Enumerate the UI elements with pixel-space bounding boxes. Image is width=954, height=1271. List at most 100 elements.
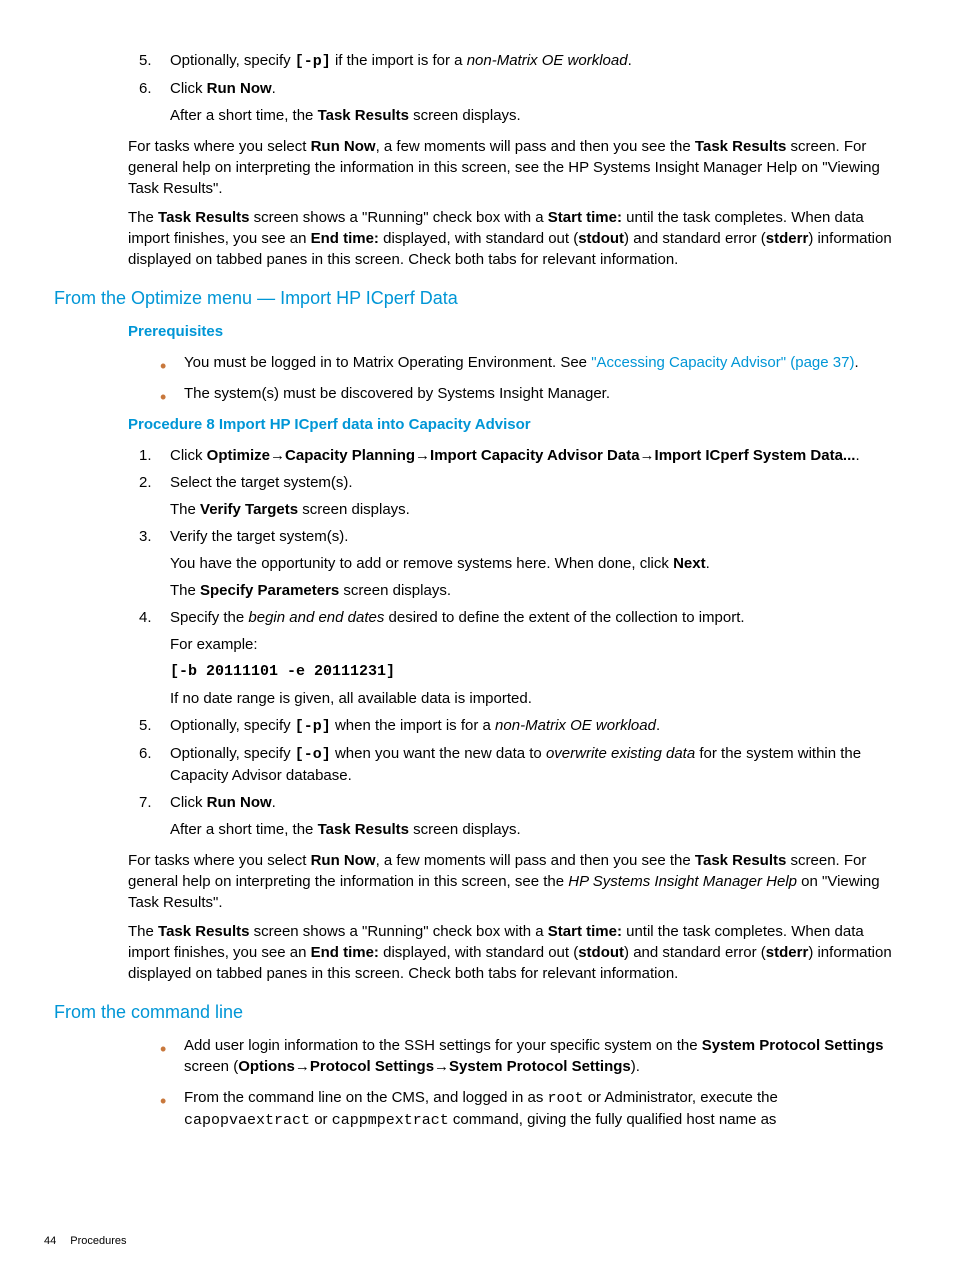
sub-line: After a short time, the Task Results scr… (170, 105, 892, 126)
text: For tasks where you select (128, 138, 311, 155)
bold-text: System Protocol Settings (702, 1037, 884, 1054)
sub-line: For example: (170, 634, 892, 655)
list-item: You must be logged in to Matrix Operatin… (160, 352, 892, 373)
text: screen displays. (409, 107, 521, 124)
bold-text: Task Results (695, 138, 786, 155)
list-item: Click Run Now. After a short time, the T… (164, 78, 892, 126)
bold-text: Run Now (207, 80, 272, 97)
code-block: [-b 20111101 -e 20111231] (170, 661, 892, 682)
paragraph: For tasks where you select Run Now, a fe… (128, 136, 892, 199)
code-text: root (548, 1090, 584, 1107)
list-item: The system(s) must be discovered by Syst… (160, 383, 892, 404)
text: The (128, 923, 158, 940)
text: screen displays. (339, 582, 451, 599)
paragraph: The Task Results screen shows a "Running… (128, 207, 892, 270)
arrow-icon: → (415, 447, 430, 464)
list-item: Click Run Now. After a short time, the T… (164, 792, 892, 840)
bold-text: Run Now (207, 794, 272, 811)
list-item: Optionally, specify [-p] when the import… (164, 715, 892, 737)
text: The (170, 501, 200, 518)
text: Select the target system(s). (170, 474, 353, 491)
list-item: Select the target system(s). The Verify … (164, 472, 892, 520)
arrow-icon: → (295, 1058, 310, 1075)
bold-text: Optimize (207, 447, 270, 464)
text: screen ( (184, 1058, 238, 1075)
sub-line: You have the opportunity to add or remov… (170, 553, 892, 574)
bold-text: Task Results (158, 923, 249, 940)
sub-line: If no date range is given, all available… (170, 688, 892, 709)
bold-text: Task Results (695, 852, 786, 869)
text: screen displays. (298, 501, 410, 518)
bold-text: Run Now (311, 138, 376, 155)
text: if the import is for a (331, 52, 467, 69)
section-heading-cmdline: From the command line (54, 1000, 892, 1025)
text: . (272, 794, 276, 811)
text: when the import is for a (331, 717, 495, 734)
text: From the command line on the CMS, and lo… (184, 1089, 548, 1106)
text: Optionally, specify (170, 717, 295, 734)
text: You must be logged in to Matrix Operatin… (184, 354, 591, 371)
text: ) and standard error ( (624, 944, 766, 961)
list-item: Verify the target system(s). You have th… (164, 526, 892, 601)
text: Specify the (170, 609, 248, 626)
bold-text: Capacity Planning (285, 447, 415, 464)
text: or Administrator, execute the (584, 1089, 778, 1106)
bold-text: stderr (766, 944, 809, 961)
italic-text: non-Matrix OE workload (467, 52, 628, 69)
text: . (706, 555, 710, 572)
bold-text: Verify Targets (200, 501, 298, 518)
text: screen shows a "Running" check box with … (249, 923, 547, 940)
bold-text: Next (673, 555, 706, 572)
sub-line: After a short time, the Task Results scr… (170, 819, 892, 840)
list-item: Specify the begin and end dates desired … (164, 607, 892, 709)
subsection-heading-procedure: Procedure 8 Import HP ICperf data into C… (128, 414, 892, 435)
page-footer: 44Procedures (44, 1234, 127, 1249)
bold-text: System Protocol Settings (449, 1058, 631, 1075)
text: After a short time, the (170, 107, 318, 124)
cross-ref-link[interactable]: "Accessing Capacity Advisor" (page 37) (591, 354, 854, 371)
bold-text: stderr (766, 230, 809, 247)
text: screen shows a "Running" check box with … (249, 209, 547, 226)
bold-text: Import Capacity Advisor Data (430, 447, 640, 464)
code-text: cappmpextract (332, 1112, 449, 1129)
bold-text: Protocol Settings (310, 1058, 434, 1075)
text: Verify the target system(s). (170, 528, 348, 545)
text: screen displays. (409, 821, 521, 838)
bold-text: Specify Parameters (200, 582, 339, 599)
list-item: Optionally, specify [-o] when you want t… (164, 743, 892, 786)
bold-text: stdout (578, 230, 624, 247)
sub-line: The Verify Targets screen displays. (170, 499, 892, 520)
italic-text: HP Systems Insight Manager Help (568, 873, 797, 890)
text: The (128, 209, 158, 226)
text: command, giving the fully qualified host… (449, 1111, 777, 1128)
paragraph: The Task Results screen shows a "Running… (128, 921, 892, 984)
text: displayed, with standard out ( (379, 230, 578, 247)
text: ). (631, 1058, 640, 1075)
list-item: Click Optimize→Capacity Planning→Import … (164, 445, 892, 466)
text: Optionally, specify (170, 52, 295, 69)
sub-line: The Specify Parameters screen displays. (170, 580, 892, 601)
paragraph: For tasks where you select Run Now, a fe… (128, 850, 892, 913)
bold-text: Task Results (158, 209, 249, 226)
list-item: Optionally, specify [-p] if the import i… (164, 50, 892, 72)
code-text: [-o] (295, 746, 331, 763)
italic-text: begin and end dates (248, 609, 384, 626)
footer-section: Procedures (70, 1235, 126, 1247)
cmdline-list: Add user login information to the SSH se… (54, 1035, 892, 1131)
text: . (854, 354, 858, 371)
text: . (628, 52, 632, 69)
text: , a few moments will pass and then you s… (376, 852, 695, 869)
prereq-list: You must be logged in to Matrix Operatin… (54, 352, 892, 404)
list-item: From the command line on the CMS, and lo… (160, 1087, 892, 1131)
bold-text: Run Now (311, 852, 376, 869)
text: Add user login information to the SSH se… (184, 1037, 702, 1054)
bold-text: End time: (311, 944, 379, 961)
text: After a short time, the (170, 821, 318, 838)
text: or (310, 1111, 332, 1128)
italic-text: non-Matrix OE workload (495, 717, 656, 734)
bold-text: Start time: (548, 209, 622, 226)
text: Click (170, 80, 207, 97)
text: , a few moments will pass and then you s… (376, 138, 695, 155)
bold-text: Task Results (318, 821, 409, 838)
text: displayed, with standard out ( (379, 944, 578, 961)
